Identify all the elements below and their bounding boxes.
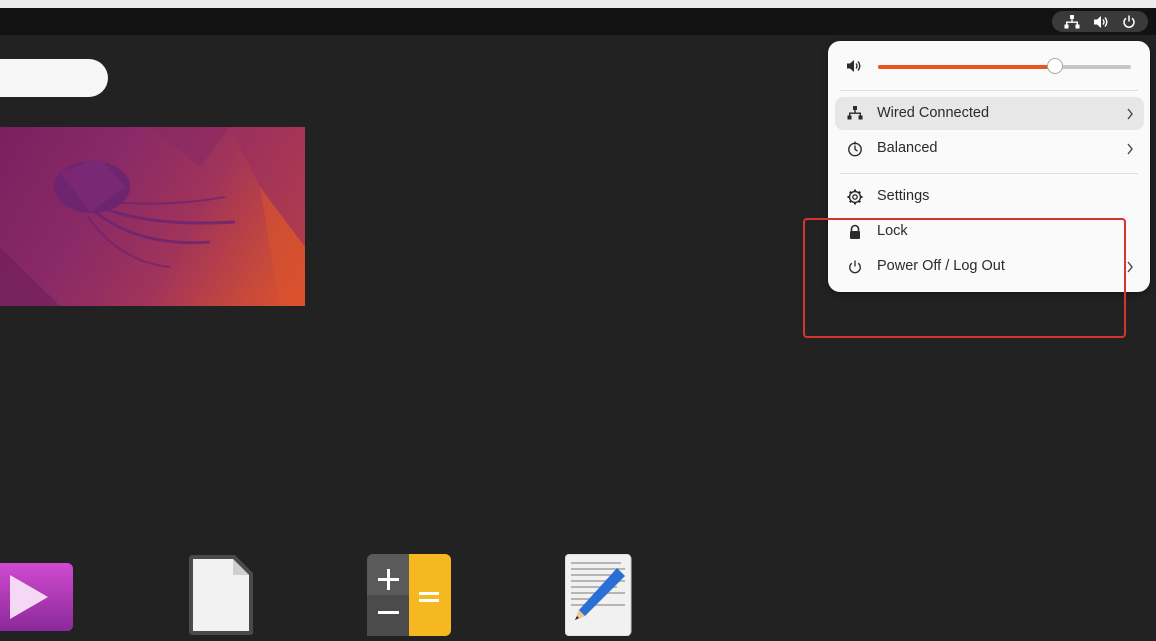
window-frame-top bbox=[0, 0, 1156, 8]
jellyfish-wallpaper-graphic bbox=[0, 127, 305, 306]
menu-item-settings[interactable]: Settings bbox=[835, 180, 1144, 213]
top-bar bbox=[0, 8, 1156, 35]
workspace-thumbnail[interactable] bbox=[0, 127, 305, 306]
text-editor-app-icon[interactable] bbox=[564, 553, 632, 641]
volume-slider[interactable] bbox=[878, 58, 1131, 74]
chevron-right-icon bbox=[1126, 107, 1134, 125]
network-wired-icon bbox=[847, 106, 863, 122]
menu-separator bbox=[840, 173, 1138, 174]
volume-row bbox=[828, 53, 1150, 81]
annotation-highlight-box bbox=[803, 218, 1126, 338]
power-profile-icon bbox=[847, 141, 863, 157]
network-wired-icon bbox=[1064, 14, 1080, 29]
menu-item-wired-connected[interactable]: Wired Connected bbox=[835, 97, 1144, 130]
gear-icon bbox=[847, 189, 863, 205]
speaker-volume-icon bbox=[1093, 15, 1109, 29]
search-input[interactable] bbox=[0, 59, 108, 97]
chevron-right-icon bbox=[1126, 260, 1134, 278]
speaker-volume-icon[interactable] bbox=[846, 59, 862, 78]
video-player-app-icon[interactable] bbox=[0, 563, 74, 638]
menu-item-label: Balanced bbox=[877, 140, 938, 156]
menu-item-balanced[interactable]: Balanced bbox=[835, 132, 1144, 165]
menu-item-label: Settings bbox=[877, 188, 930, 204]
menu-separator bbox=[840, 90, 1138, 91]
power-icon bbox=[1122, 15, 1136, 29]
system-status-area[interactable] bbox=[1052, 11, 1148, 32]
menu-item-label: Wired Connected bbox=[877, 105, 990, 121]
chevron-right-icon bbox=[1126, 142, 1134, 160]
volume-slider-handle[interactable] bbox=[1047, 58, 1064, 74]
libreoffice-document-app-icon[interactable] bbox=[187, 553, 255, 640]
volume-slider-fill bbox=[878, 65, 1056, 69]
calculator-app-icon[interactable] bbox=[367, 554, 452, 641]
